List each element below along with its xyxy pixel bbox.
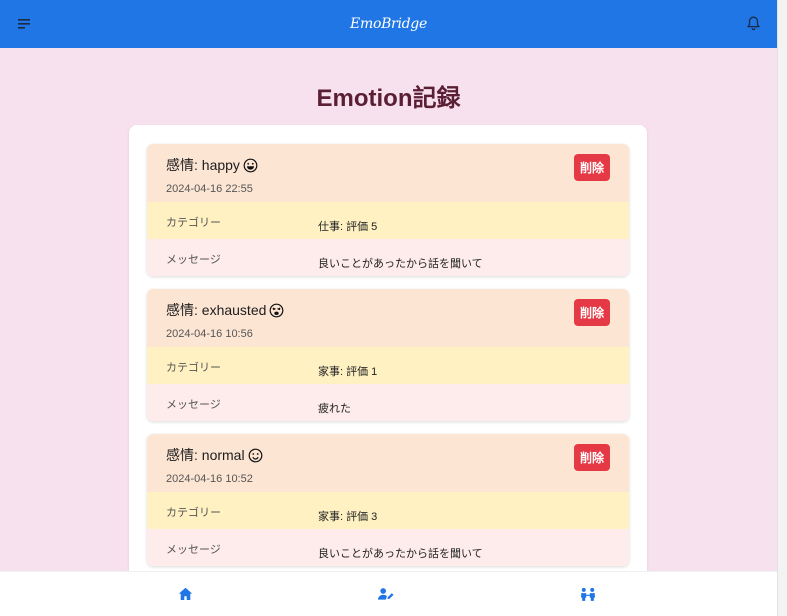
page-title: Emotion記録 (316, 85, 461, 112)
category-row: カテゴリー 仕事: 評価 5 (147, 202, 629, 239)
record-card: 感情: happy 2024-04-16 22:55 削除 カテゴリー 仕事: … (147, 144, 629, 276)
notifications-button[interactable] (745, 14, 761, 32)
message-value: 良いことがあったから話を聞いて (318, 258, 483, 270)
nav-people[interactable] (580, 586, 596, 602)
category-key: カテゴリー (166, 507, 221, 519)
bell-icon (746, 16, 760, 30)
user-edit-icon (378, 588, 394, 600)
bottom-nav (0, 571, 777, 616)
emotion-label: 感情: normal (166, 445, 263, 465)
category-value: 家事: 評価 3 (318, 511, 378, 523)
category-key: カテゴリー (166, 362, 221, 374)
message-key: メッセージ (166, 544, 221, 556)
emotion-text: 感情: happy (166, 157, 240, 173)
menu-icon (18, 19, 30, 29)
record-date: 2024-04-16 10:52 (166, 473, 253, 485)
app-logo[interactable]: EmoBridge (350, 16, 427, 32)
message-key: メッセージ (166, 254, 221, 266)
record-card: 感情: normal 2024-04-16 10:52 削除 カテゴリー 家事:… (147, 434, 629, 566)
delete-button[interactable]: 削除 (574, 444, 610, 471)
category-value: 仕事: 評価 5 (318, 221, 378, 233)
app-header: EmoBridge (0, 0, 777, 48)
people-icon (581, 587, 595, 601)
grinning-face-icon (243, 158, 258, 173)
nav-home[interactable] (177, 586, 193, 602)
delete-button[interactable]: 削除 (574, 154, 610, 181)
emotion-label: 感情: happy (166, 155, 258, 175)
record-card-header: 感情: exhausted 2024-04-16 10:56 削除 (147, 289, 629, 347)
record-card: 感情: exhausted 2024-04-16 10:56 削除 カテゴリー … (147, 289, 629, 421)
home-icon (178, 587, 192, 600)
message-row: メッセージ 疲れた (147, 384, 629, 421)
category-row: カテゴリー 家事: 評価 1 (147, 347, 629, 384)
record-card-header: 感情: happy 2024-04-16 22:55 削除 (147, 144, 629, 202)
message-row: メッセージ 良いことがあったから話を聞いて (147, 239, 629, 276)
delete-button[interactable]: 削除 (574, 299, 610, 326)
scrollbar[interactable] (777, 0, 787, 616)
message-row: メッセージ 良いことがあったから話を聞いて (147, 529, 629, 566)
menu-button[interactable] (16, 16, 32, 32)
message-key: メッセージ (166, 399, 221, 411)
emotion-text: 感情: normal (166, 447, 245, 463)
tired-face-icon (269, 303, 284, 318)
nav-profile-edit[interactable] (378, 586, 394, 602)
records-panel: 感情: happy 2024-04-16 22:55 削除 カテゴリー 仕事: … (129, 125, 647, 585)
record-date: 2024-04-16 10:56 (166, 328, 253, 340)
record-card-header: 感情: normal 2024-04-16 10:52 削除 (147, 434, 629, 492)
category-row: カテゴリー 家事: 評価 3 (147, 492, 629, 529)
emotion-label: 感情: exhausted (166, 300, 284, 320)
message-value: 疲れた (318, 403, 351, 415)
category-key: カテゴリー (166, 217, 221, 229)
slightly-smiling-face-icon (248, 448, 263, 463)
category-value: 家事: 評価 1 (318, 366, 378, 378)
emotion-text: 感情: exhausted (166, 302, 267, 318)
record-date: 2024-04-16 22:55 (166, 183, 253, 195)
message-value: 良いことがあったから話を聞いて (318, 548, 483, 560)
